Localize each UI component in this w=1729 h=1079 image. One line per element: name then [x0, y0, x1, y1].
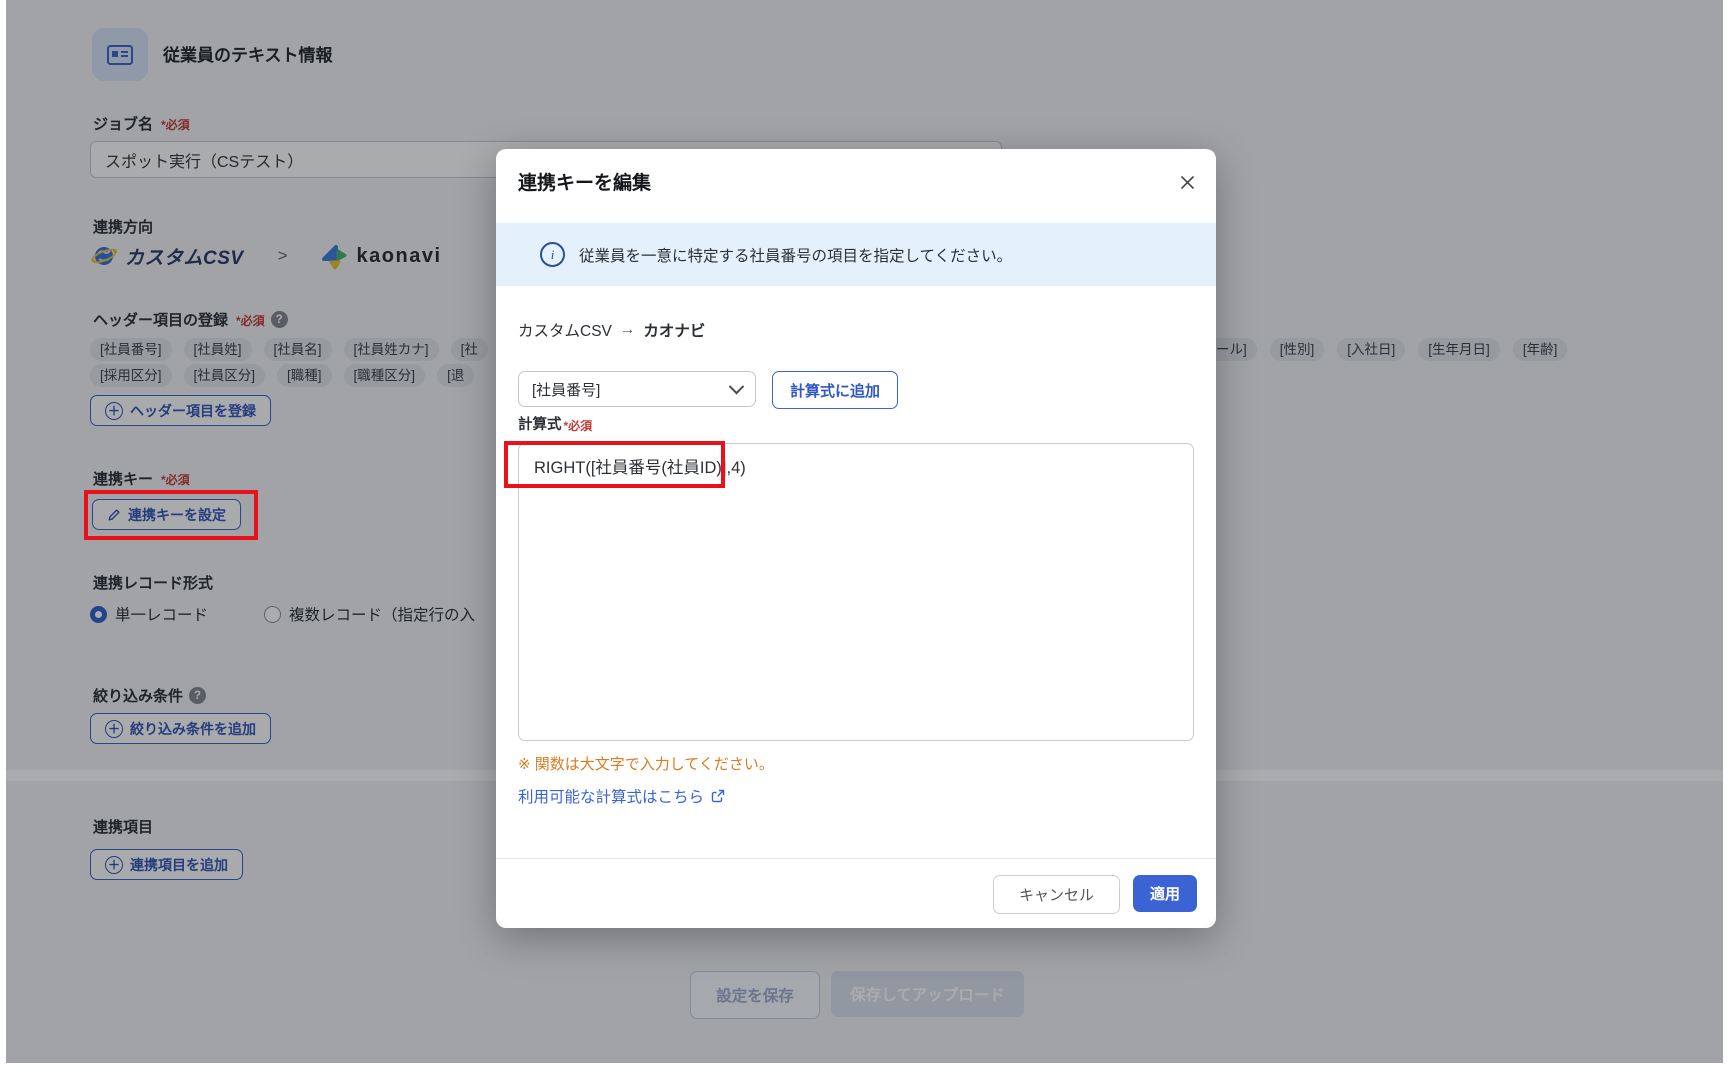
info-icon: i — [540, 242, 565, 267]
route-source: カスタムCSV — [518, 319, 612, 341]
field-select[interactable]: [社員番号] — [518, 371, 756, 407]
annotation-rect-link-key-button — [84, 490, 258, 540]
info-banner: i 従業員を一意に特定する社員番号の項目を指定してください。 — [496, 223, 1216, 286]
edit-link-key-modal: 連携キーを編集 i 従業員を一意に特定する社員番号の項目を指定してください。 カ… — [496, 149, 1216, 928]
field-select-value: [社員番号] — [532, 379, 600, 400]
info-banner-text: 従業員を一意に特定する社員番号の項目を指定してください。 — [579, 244, 1012, 266]
add-to-formula-button[interactable]: 計算式に追加 — [772, 371, 898, 409]
available-formulas-link[interactable]: 利用可能な計算式はこちら — [518, 785, 725, 807]
formula-label: 計算式*必須 — [518, 413, 592, 434]
footer-divider — [496, 858, 1216, 859]
apply-button[interactable]: 適用 — [1133, 875, 1197, 912]
route-target: カオナビ — [643, 319, 705, 341]
modal-title: 連携キーを編集 — [518, 168, 651, 195]
external-link-icon — [711, 789, 725, 803]
mapping-route: カスタムCSV → カオナビ — [518, 319, 705, 341]
annotation-rect-formula — [504, 441, 725, 488]
route-arrow-icon: → — [620, 321, 636, 339]
modal-close-button[interactable] — [1176, 171, 1198, 193]
close-icon — [1180, 175, 1195, 190]
chevron-down-icon — [729, 378, 745, 394]
uppercase-note: ※ 関数は大文字で入力してください。 — [518, 753, 774, 774]
cancel-button[interactable]: キャンセル — [993, 875, 1120, 914]
required-badge: *必須 — [564, 419, 593, 433]
